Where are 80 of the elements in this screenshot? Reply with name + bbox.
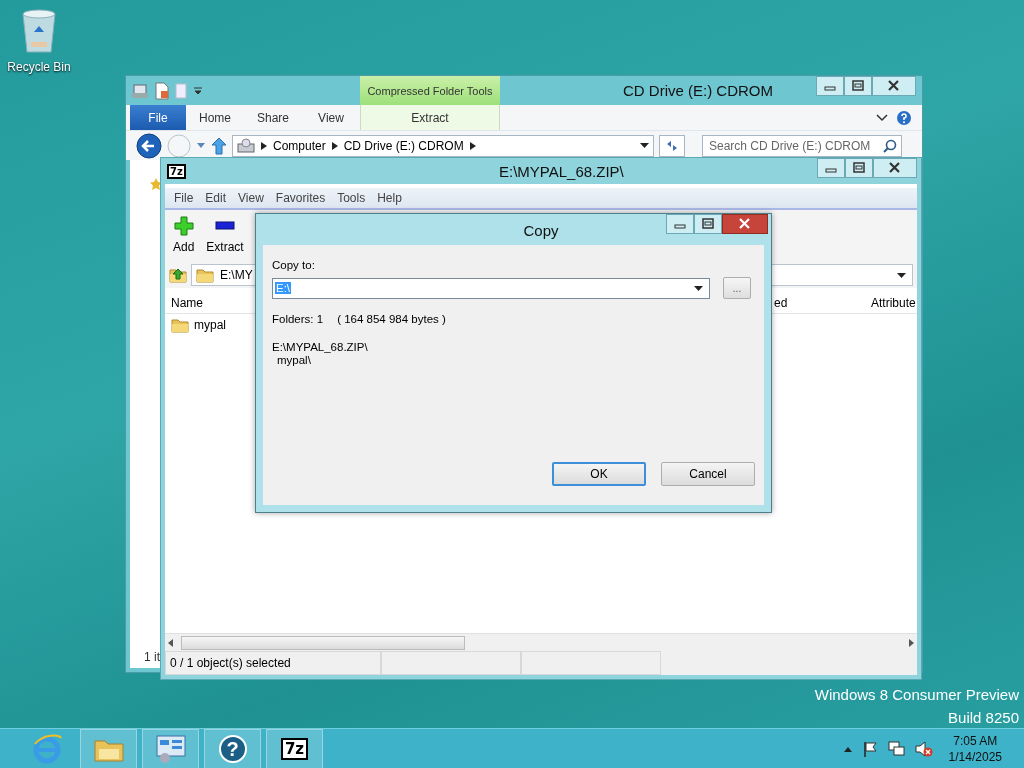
folder-count: Folders: 1 [272, 313, 324, 325]
favorites-star-icon[interactable] [150, 178, 162, 190]
toolbar-button[interactable]: Add [169, 214, 199, 258]
minimize-button[interactable] [666, 214, 694, 234]
menu-item[interactable]: Tools [332, 191, 371, 205]
maximize-button[interactable] [694, 214, 722, 234]
recent-locations-icon[interactable] [196, 141, 206, 150]
browser-icon [31, 734, 62, 764]
breadcrumb-separator-icon [261, 141, 267, 150]
branding-text: Windows 8 Consumer Preview [814, 686, 1019, 703]
clock-date[interactable]: 1/14/2025 [948, 750, 1002, 764]
taskbar-button[interactable]: ? [204, 729, 261, 768]
column-header[interactable]: Attribute [865, 295, 917, 310]
expand-ribbon-icon[interactable] [876, 112, 888, 123]
toolbar-button[interactable]: Extract [202, 214, 248, 258]
taskbar-button[interactable] [142, 729, 199, 768]
address-bar[interactable]: Computer CD Drive (E:) CDROM [232, 134, 654, 157]
column-header[interactable]: ed [768, 295, 865, 310]
close-button[interactable] [722, 214, 768, 234]
search-icon[interactable] [883, 138, 897, 153]
path-text: E:\MYPAL_68.ZIP\ [272, 341, 369, 353]
close-button[interactable] [872, 76, 916, 96]
up-folder-icon[interactable] [169, 266, 187, 284]
network-icon[interactable] [886, 741, 905, 757]
folder-icon [196, 266, 214, 284]
folder-icon [171, 316, 189, 334]
help-icon: ? [218, 735, 247, 763]
path-text: mypal\ [276, 354, 312, 366]
properties-icon[interactable] [131, 82, 149, 99]
back-button[interactable] [136, 132, 162, 159]
up-arrow-icon[interactable] [211, 136, 227, 155]
window-title: E:\MYPAL_68.ZIP\ [498, 162, 625, 180]
file-menu-button[interactable]: File [130, 105, 186, 130]
new-document-icon[interactable] [155, 81, 169, 100]
maximize-button[interactable] [844, 76, 872, 96]
close-button[interactable] [873, 158, 917, 178]
minimize-button[interactable] [816, 76, 844, 96]
browse-button[interactable]: ... [723, 277, 751, 299]
ribbon-tab[interactable]: Share [244, 105, 302, 130]
context-group-label: Compressed Folder Tools [360, 76, 500, 105]
flag-icon[interactable] [862, 741, 877, 757]
dropdown-arrow-icon[interactable] [640, 143, 649, 148]
archiver-icon: 7z [280, 738, 309, 760]
horizontal-scrollbar[interactable] [165, 633, 917, 651]
app-icon: 7z [167, 163, 186, 179]
breadcrumb-separator-icon [469, 141, 476, 150]
window-title: CD Drive (E:) CDROM [622, 82, 774, 99]
size-text: ( 164 854 984 bytes ) [337, 313, 446, 325]
dialog-button[interactable]: Cancel [661, 462, 755, 486]
control-panel-icon [154, 734, 187, 764]
branding-text: Build 8250 [948, 709, 1019, 726]
ribbon-tab[interactable]: View [302, 105, 360, 130]
drive-icon [237, 137, 255, 154]
dropdown-arrow-icon[interactable] [193, 86, 203, 95]
plus-icon [173, 216, 194, 236]
dialog-button[interactable]: OK [552, 462, 646, 486]
field-label: Copy to: [272, 259, 316, 271]
menu-item[interactable]: Edit [200, 191, 232, 205]
speaker-muted-icon[interactable] [914, 741, 933, 757]
breadcrumb-separator-icon [331, 141, 338, 150]
menu-item[interactable]: Help [372, 191, 407, 205]
show-hidden-icons-button[interactable] [842, 745, 853, 753]
help-icon[interactable] [896, 109, 912, 126]
status-text: 0 / 1 object(s) selected [165, 651, 381, 675]
clock-time[interactable]: 7:05 AM [953, 734, 998, 748]
maximize-button[interactable] [845, 158, 873, 178]
refresh-button[interactable] [659, 134, 685, 157]
menu-item[interactable]: Favorites [270, 191, 331, 205]
menu-item[interactable]: View [233, 191, 269, 205]
dropdown-arrow-icon[interactable] [897, 272, 906, 278]
breadcrumb-item[interactable]: CD Drive (E:) CDROM [343, 138, 464, 153]
menu-item[interactable]: File [169, 191, 199, 205]
taskbar-button[interactable]: 7z [266, 729, 323, 768]
dialog-title: Copy [522, 221, 560, 239]
file-name[interactable]: mypal [194, 318, 226, 332]
breadcrumb-item[interactable]: Computer [273, 138, 326, 153]
minimize-button[interactable] [817, 158, 845, 178]
search-field[interactable]: Search CD Drive (E:) CDROM [702, 134, 902, 157]
ribbon-tab[interactable]: Home [186, 105, 244, 130]
dropdown-arrow-icon[interactable] [694, 285, 703, 291]
